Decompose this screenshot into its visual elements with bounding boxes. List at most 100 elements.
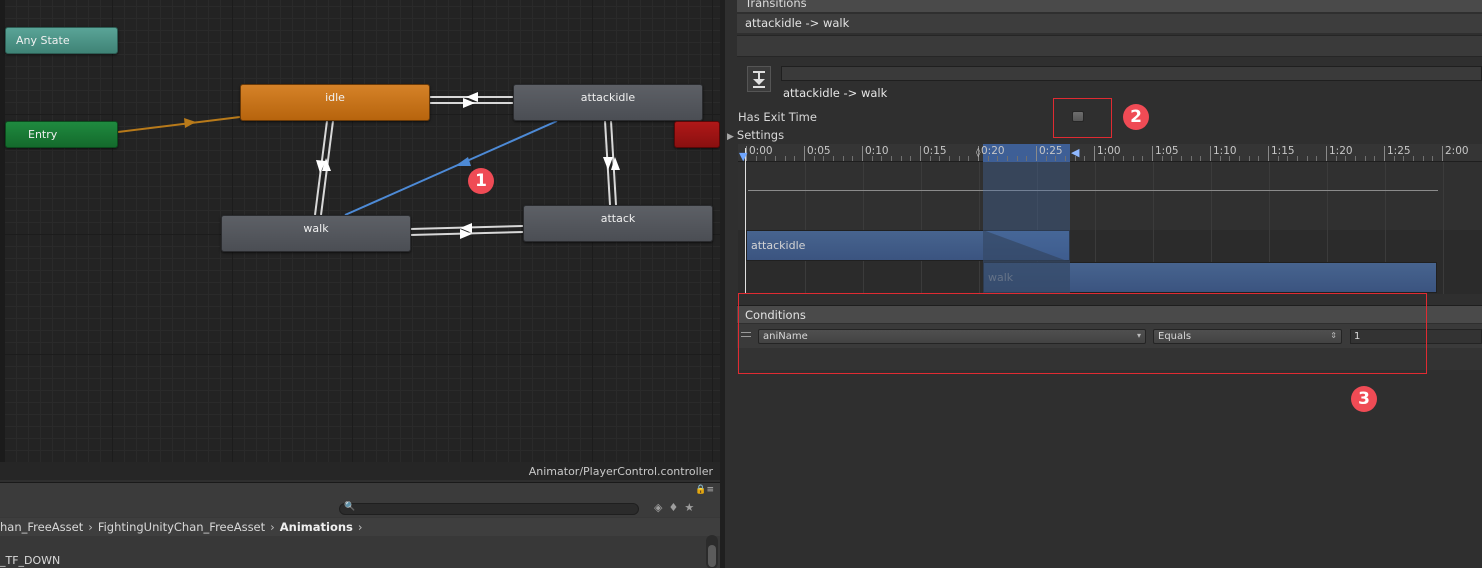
ruler-minor-tick: [1132, 156, 1134, 161]
settings-foldout[interactable]: ▶ Settings: [727, 128, 784, 142]
exit-time-marker-icon[interactable]: ◊: [976, 148, 980, 158]
transition-name-field[interactable]: [781, 66, 1482, 81]
attack-label: attack: [600, 212, 636, 225]
ruler-minor-tick: [910, 156, 912, 161]
entry-to-idle-arrow: [117, 116, 241, 133]
breadcrumb-item[interactable]: FightingUnityChan_FreeAsset: [98, 520, 265, 534]
ruler-minor-tick: [1345, 156, 1347, 161]
transition-glyph: [753, 71, 765, 88]
ruler-minor-tick: [1306, 156, 1308, 161]
search-icon: 🔍: [344, 502, 356, 512]
ruler-minor-tick: [765, 156, 767, 161]
idle-node[interactable]: idle: [240, 84, 430, 121]
ruler-minor-tick: [1161, 156, 1163, 161]
project-toolbar: 🔒≡ 🔍 ◈♦★: [0, 483, 720, 517]
ruler-minor-tick: [1016, 156, 1018, 161]
scrollbar[interactable]: [706, 535, 718, 568]
idle-label: idle: [325, 91, 345, 104]
selected-transition-arrowhead: [455, 157, 471, 166]
transition-end-marker-icon[interactable]: ◀: [1071, 146, 1079, 159]
filter-icons[interactable]: ◈♦★: [654, 501, 700, 514]
ruler-minor-tick: [1103, 156, 1105, 161]
ruler-minor-tick: [900, 156, 902, 161]
timeline-gridline: [805, 162, 806, 294]
ruler-major-tick: [1326, 146, 1327, 161]
ruler-minor-tick: [852, 156, 854, 161]
list-item[interactable]: _TF_DOWN: [0, 554, 60, 567]
ruler-minor-tick: [833, 156, 834, 161]
annotation-box-3: [738, 293, 1427, 374]
ruler-minor-tick: [823, 156, 825, 161]
ruler-minor-tick: [1113, 156, 1115, 161]
chevron-right-icon: ›: [270, 520, 275, 534]
project-panel: 🔒≡ 🔍 ◈♦★ han_FreeAsset › FightingUnityChan…: [0, 482, 720, 568]
transition-list-footer: [737, 35, 1482, 57]
ruler-minor-tick: [1258, 156, 1260, 161]
ruler-minor-tick: [1335, 156, 1337, 161]
ruler-tick-label: 0:00: [749, 145, 773, 157]
walk-label: walk: [303, 222, 329, 235]
ruler-minor-tick: [784, 156, 786, 161]
transition-icon: [747, 66, 771, 92]
transition-duration-selection[interactable]: [983, 144, 1070, 294]
ruler-minor-tick: [1065, 156, 1066, 161]
walk-node[interactable]: walk: [221, 215, 411, 252]
ruler-minor-tick: [968, 156, 970, 161]
lock-menu-icons[interactable]: 🔒≡: [695, 485, 714, 495]
timeline-gridline: [979, 162, 980, 294]
breadcrumb-item[interactable]: han_FreeAsset: [0, 520, 83, 534]
ruler-minor-tick: [1403, 156, 1405, 161]
attackidle-label: attackidle: [580, 91, 636, 104]
label-tag-icon[interactable]: ♦: [668, 501, 684, 514]
ruler-tick-label: 1:05: [1155, 145, 1179, 157]
ruler-minor-tick: [1432, 156, 1434, 161]
ruler-minor-tick: [1413, 156, 1414, 161]
filter-type-icon[interactable]: ◈: [654, 501, 668, 514]
any-state-node[interactable]: Any State: [5, 27, 118, 54]
animator-graph[interactable]: Any State Entry idle attackidle walk att…: [0, 0, 720, 480]
transition-timeline[interactable]: attackidle walk 0:000:050:100:150:200:25…: [738, 144, 1482, 294]
ruler-tick-label: 2:00: [1445, 145, 1469, 157]
ruler-minor-tick: [1316, 156, 1318, 161]
breadcrumb-current[interactable]: Animations: [280, 520, 353, 534]
timeline-parameter-curve: [748, 190, 1438, 191]
inspector-panel: Transitions attackidle -> walk attackidl…: [725, 0, 1482, 568]
scrollbar-thumb[interactable]: [708, 545, 716, 567]
timeline-gridline: [863, 162, 864, 294]
ruler-major-tick: [920, 146, 921, 161]
chevron-right-icon: ›: [88, 520, 93, 534]
ruler-tick-label: 1:10: [1213, 145, 1237, 157]
timeline-curve-area: [738, 162, 1482, 230]
attackidle-node[interactable]: attackidle: [513, 84, 703, 121]
ruler-minor-tick: [881, 156, 883, 161]
ruler-minor-tick: [1393, 156, 1395, 161]
timeline-playhead[interactable]: [745, 148, 746, 294]
ruler-minor-tick: [1277, 156, 1279, 161]
chevron-right-icon: ›: [357, 520, 363, 534]
favorite-star-icon[interactable]: ★: [684, 501, 700, 514]
attack-node[interactable]: attack: [523, 205, 713, 242]
ruler-minor-tick: [1181, 156, 1182, 161]
ruler-minor-tick: [1084, 156, 1086, 161]
ruler-minor-tick: [1239, 156, 1240, 161]
ruler-minor-tick: [813, 156, 815, 161]
ruler-tick-label: 1:00: [1097, 145, 1121, 157]
ruler-tick-label: 0:05: [807, 145, 831, 157]
ruler-minor-tick: [1142, 156, 1144, 161]
graph-footer: Animator/PlayerControl.controller: [0, 462, 720, 480]
breadcrumb: han_FreeAsset › FightingUnityChan_FreeAsse…: [0, 518, 720, 536]
ruler-minor-tick: [1364, 156, 1366, 161]
ruler-minor-tick: [891, 156, 892, 161]
playhead-marker-icon[interactable]: ▼: [739, 150, 747, 163]
ruler-minor-tick: [1190, 156, 1192, 161]
ruler-minor-tick: [1200, 156, 1202, 161]
search-input[interactable]: 🔍: [339, 502, 639, 515]
annotation-badge-1: 1: [468, 168, 494, 194]
entry-node[interactable]: Entry: [5, 121, 118, 148]
ruler-minor-tick: [1287, 156, 1289, 161]
foldout-arrow-icon: ▶: [727, 132, 734, 142]
transition-list-item[interactable]: attackidle -> walk: [737, 14, 1482, 33]
ruler-tick-label: 1:20: [1329, 145, 1353, 157]
annotation-badge-3: 3: [1351, 386, 1377, 412]
exit-node[interactable]: [674, 121, 720, 148]
